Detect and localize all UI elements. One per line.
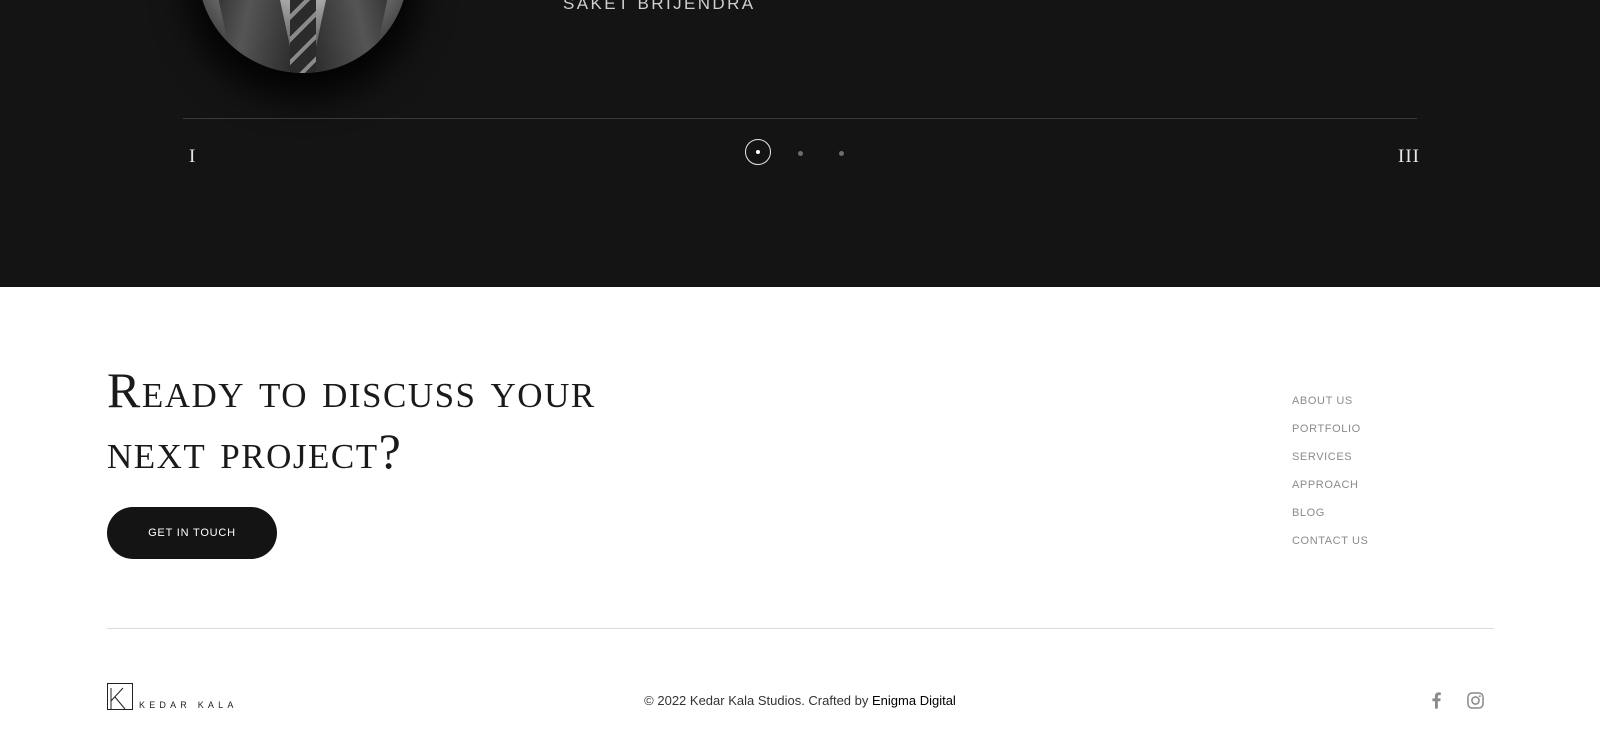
testimonial-divider <box>183 118 1417 119</box>
instagram-link[interactable] <box>1465 690 1485 710</box>
facebook-icon <box>1431 691 1441 709</box>
pagination-dot-2[interactable] <box>798 151 803 156</box>
facebook-link[interactable] <box>1426 690 1446 710</box>
footer-nav-contact-us[interactable]: CONTACT US <box>1292 533 1369 561</box>
footer-nav-blog[interactable]: BLOG <box>1292 505 1369 533</box>
portrait-lapel-left <box>205 0 295 73</box>
instagram-icon <box>1466 691 1484 709</box>
testimonial-section: SAKET BRIJENDRA I III <box>0 0 1600 287</box>
footer-nav-approach[interactable]: APPROACH <box>1292 477 1369 505</box>
previous-slide-button[interactable]: I <box>189 146 196 168</box>
footer-nav: ABOUT US PORTFOLIO SERVICES APPROACH BLO… <box>1292 393 1369 561</box>
cta-headline-line2: next project? <box>107 423 403 479</box>
footer-nav-portfolio[interactable]: PORTFOLIO <box>1292 421 1369 449</box>
pagination-dot-3[interactable] <box>839 151 844 156</box>
copyright-text: © 2022 Kedar Kala Studios. Crafted by <box>644 693 872 708</box>
pagination-dot-1-active[interactable] <box>745 139 771 165</box>
cta-headline-line1: Ready to discuss your <box>107 362 596 418</box>
next-slide-button[interactable]: III <box>1398 146 1420 168</box>
footer-nav-services[interactable]: SERVICES <box>1292 449 1369 477</box>
credit-link[interactable]: Enigma Digital <box>872 693 956 708</box>
footer-nav-about-us[interactable]: ABOUT US <box>1292 393 1369 421</box>
testimonial-portrait <box>198 0 408 73</box>
get-in-touch-button[interactable]: GET IN TOUCH <box>107 507 277 559</box>
footer-divider <box>107 628 1494 629</box>
portrait-tie <box>290 0 316 73</box>
testimonial-author-name: SAKET BRIJENDRA <box>563 0 756 13</box>
cta-headline: Ready to discuss your next project? <box>107 360 807 482</box>
copyright: © 2022 Kedar Kala Studios. Crafted by En… <box>0 693 1600 708</box>
portrait-lapel-right <box>311 0 401 73</box>
